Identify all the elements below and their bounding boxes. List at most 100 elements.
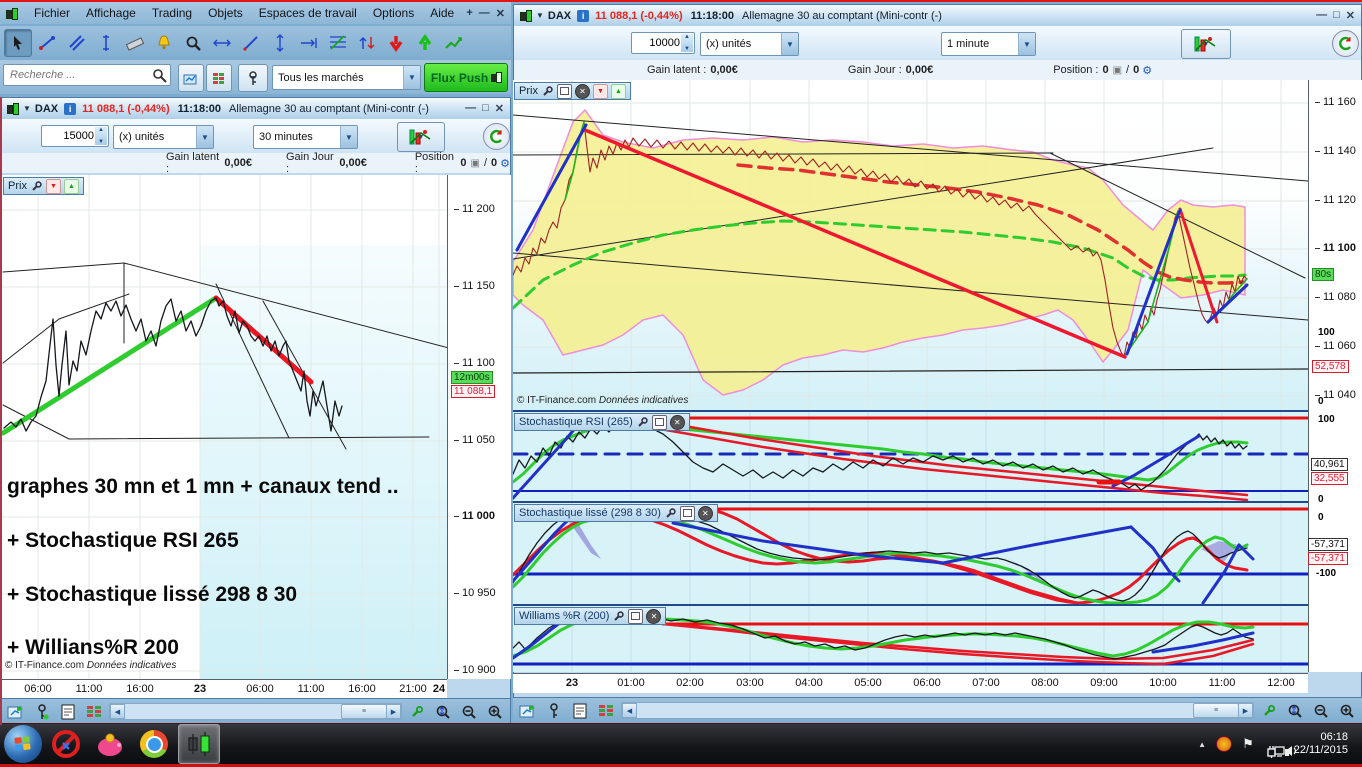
fibonacci-tool-button[interactable] xyxy=(325,30,351,56)
stoch-rsi-tab[interactable]: Stochastique RSI (265) ✕ xyxy=(514,413,690,431)
menu-espaces[interactable]: Espaces de travail xyxy=(259,6,357,20)
notes-icon[interactable] xyxy=(569,700,591,722)
horizontal-extend-tool-button[interactable] xyxy=(209,30,235,56)
search-input[interactable] xyxy=(3,64,171,86)
flux-push-button[interactable]: Flux Push xyxy=(424,63,508,92)
tray-app-icon[interactable] xyxy=(1216,736,1233,752)
gear-icon[interactable]: ⚙ xyxy=(1142,64,1152,77)
scroll-right-icon[interactable]: ▶ xyxy=(386,704,401,719)
ruler-tool-button[interactable] xyxy=(122,30,148,56)
buy-icon[interactable]: ▲ xyxy=(610,83,626,99)
export-chart-icon[interactable] xyxy=(517,700,539,722)
timeframe-dropdown[interactable]: 1 minute ▼ xyxy=(941,32,1036,56)
chart-window-titlebar[interactable]: ▼ DAX i 11 088,1 (-0,44%) 11:18:00 Allem… xyxy=(1,98,510,120)
panel-separator[interactable] xyxy=(513,501,1308,503)
settings-wrench-icon[interactable] xyxy=(406,701,428,723)
scrollbar-thumb[interactable]: ≡ xyxy=(1193,703,1239,718)
minimize-icon[interactable]: — xyxy=(1316,9,1327,22)
decrement-icon[interactable]: ▼ xyxy=(95,139,107,145)
taskbar-app-2[interactable] xyxy=(90,725,130,763)
alert-bell-button[interactable] xyxy=(151,30,177,56)
zoom-in-icon[interactable] xyxy=(1336,700,1358,722)
info-icon[interactable]: i xyxy=(64,102,77,115)
parallel-lines-tool-button[interactable] xyxy=(64,30,90,56)
buy-arrow-button[interactable] xyxy=(412,30,438,56)
orderbook-icon[interactable] xyxy=(83,701,105,723)
menu-fichier[interactable]: Fichier xyxy=(34,6,70,20)
detach-window-icon[interactable] xyxy=(679,505,695,521)
taskbar-app-chrome[interactable] xyxy=(134,725,174,763)
scroll-left-icon[interactable]: ◀ xyxy=(110,704,125,719)
position-close-icon[interactable]: ▣ xyxy=(1113,65,1122,76)
trendline-tool-button[interactable] xyxy=(35,30,61,56)
wrench-icon[interactable] xyxy=(612,610,625,623)
increment-icon[interactable]: ▲ xyxy=(95,127,107,133)
vertical-line-tool-button[interactable] xyxy=(93,30,119,56)
quantity-stepper[interactable]: 15000 ▲ ▼ xyxy=(41,125,109,147)
chart-style-button[interactable]: ▼ xyxy=(397,122,445,152)
y-axis-1min[interactable]: 11 160 11 140 11 120 11 100 11 080 11 060 11 0… xyxy=(1308,80,1362,672)
chart-h-scrollbar[interactable]: ◀ ≡ ▶ xyxy=(109,703,402,720)
key-icon[interactable] xyxy=(31,701,53,723)
buy-icon[interactable]: ▲ xyxy=(63,178,79,194)
action-center-flag-icon[interactable]: ⚑ xyxy=(1242,736,1254,752)
key-filter-button[interactable]: ▼ xyxy=(238,64,268,92)
clock[interactable]: 06:18 22/11/2015 xyxy=(1294,731,1348,757)
stoch-lisse-tab[interactable]: Stochastique lissé (298 8 30) ✕ xyxy=(514,504,718,522)
close-icon[interactable]: ✕ xyxy=(496,7,505,20)
forecast-tool-button[interactable] xyxy=(441,30,467,56)
wrench-icon[interactable] xyxy=(30,180,43,193)
updown-arrows-tool-button[interactable] xyxy=(354,30,380,56)
settings-wrench-icon[interactable] xyxy=(1258,700,1280,722)
taskbar-app-prorealtime[interactable] xyxy=(178,724,220,764)
segment-tool-button[interactable] xyxy=(238,30,264,56)
detach-window-icon[interactable] xyxy=(651,414,667,430)
chevron-down-icon[interactable]: ▼ xyxy=(536,11,544,20)
close-icon[interactable]: ✕ xyxy=(574,83,590,99)
prix-tab[interactable]: Prix ▼ ▲ xyxy=(3,177,84,195)
increment-icon[interactable]: ▲ xyxy=(681,34,693,40)
export-chart-icon[interactable] xyxy=(5,701,27,723)
market-filter-dropdown[interactable]: Tous les marchés ▼ xyxy=(272,65,421,90)
zoom-fit-icon[interactable] xyxy=(1284,700,1306,722)
close-icon[interactable]: ✕ xyxy=(646,608,662,624)
wrench-icon[interactable] xyxy=(541,85,554,98)
start-button[interactable] xyxy=(4,725,42,763)
x-axis-1min[interactable]: 23 01:00 02:00 03:00 04:00 05:00 06:00 07:00 08:… xyxy=(513,673,1308,693)
arrow-line-tool-button[interactable] xyxy=(296,30,322,56)
add-quotelist-button[interactable] xyxy=(206,64,232,92)
menu-affichage[interactable]: Affichage xyxy=(86,6,136,20)
menu-trading[interactable]: Trading xyxy=(152,6,192,20)
quantity-stepper[interactable]: 10000 ▲ ▼ xyxy=(631,32,695,54)
workspace-list-button[interactable] xyxy=(178,64,204,92)
refresh-icon[interactable] xyxy=(483,123,510,150)
scroll-right-icon[interactable]: ▶ xyxy=(1238,703,1253,718)
prix-tab[interactable]: Prix ✕ ▼ ▲ xyxy=(514,82,631,100)
menu-aide[interactable]: Aide xyxy=(430,6,454,20)
menu-objets[interactable]: Objets xyxy=(208,6,243,20)
chart-h-scrollbar[interactable]: ◀ ≡ ▶ xyxy=(621,702,1254,719)
panel-separator[interactable] xyxy=(513,410,1308,412)
cursor-tool-button[interactable] xyxy=(4,29,32,57)
orderbook-icon[interactable] xyxy=(595,700,617,722)
refresh-icon[interactable] xyxy=(1332,30,1359,57)
close-icon[interactable]: ✕ xyxy=(669,414,685,430)
tray-expand-icon[interactable]: ▲ xyxy=(1198,740,1206,749)
zoom-out-icon[interactable] xyxy=(458,701,480,723)
zoom-out-icon[interactable] xyxy=(1310,700,1332,722)
taskbar-app-1[interactable] xyxy=(46,725,86,763)
sell-icon[interactable]: ▼ xyxy=(592,83,608,99)
minimize-icon[interactable]: — xyxy=(465,102,476,115)
detach-window-icon[interactable] xyxy=(628,608,644,624)
close-icon[interactable]: ✕ xyxy=(1346,9,1355,22)
timeframe-dropdown[interactable]: 30 minutes ▼ xyxy=(253,125,358,149)
sell-icon[interactable]: ▼ xyxy=(45,178,61,194)
zoom-tool-button[interactable] xyxy=(180,30,206,56)
y-axis-30min[interactable]: 11 200 11 150 11 100 11 050 11 000 10 950 10 9… xyxy=(447,175,511,679)
decrement-icon[interactable]: ▼ xyxy=(681,46,693,52)
notes-icon[interactable] xyxy=(57,701,79,723)
zoom-in-icon[interactable] xyxy=(484,701,506,723)
pin-icon[interactable]: + xyxy=(466,7,472,20)
williams-tab[interactable]: Williams %R (200) ✕ xyxy=(514,607,667,625)
zoom-fit-icon[interactable] xyxy=(432,701,454,723)
